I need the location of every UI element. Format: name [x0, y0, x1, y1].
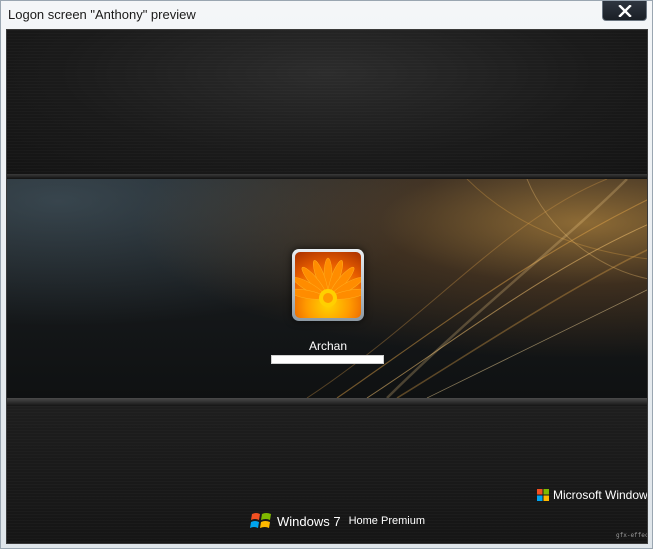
- close-icon: [617, 4, 632, 17]
- windows7-edition: Home Premium: [348, 515, 425, 527]
- logon-preview-area: Archan Microsoft Windows Windows 7 Home …: [6, 29, 648, 544]
- user-tile[interactable]: [292, 249, 364, 321]
- microsoft-windows-text: Microsoft Windows: [553, 488, 648, 502]
- title-bar[interactable]: Logon screen "Anthony" preview: [1, 1, 652, 27]
- watermark-text: gfx-effect: [616, 532, 647, 539]
- window-title: Logon screen "Anthony" preview: [8, 7, 196, 22]
- microsoft-windows-branding: Microsoft Windows: [537, 488, 648, 502]
- windows7-orb-icon: [250, 513, 271, 528]
- windows7-branding: Windows 7 Home Premium: [250, 511, 425, 531]
- user-name-label: Archan: [308, 339, 348, 353]
- close-button[interactable]: [602, 1, 647, 21]
- bottom-divider: [7, 398, 647, 406]
- user-picture: [295, 252, 361, 318]
- windows7-name: Windows 7: [277, 513, 341, 529]
- password-field[interactable]: [271, 355, 384, 364]
- top-band: [7, 30, 647, 174]
- flower-picture-icon: [295, 257, 361, 307]
- windows-flag-icon: [537, 489, 549, 501]
- preview-window: Logon screen "Anthony" preview Archan Mi…: [0, 0, 653, 549]
